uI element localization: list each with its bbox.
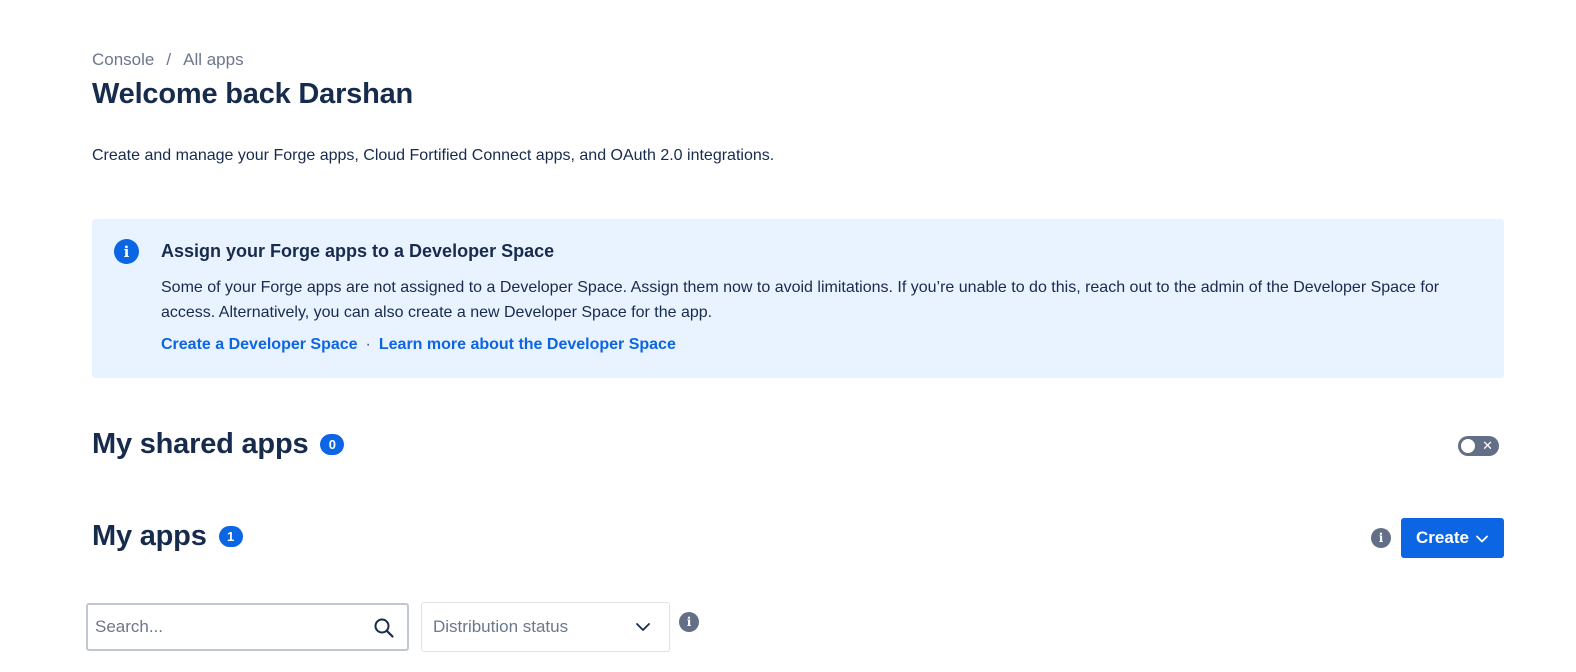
my-apps-count-badge: 1 [218, 526, 243, 547]
toggle-knob [1461, 439, 1475, 453]
breadcrumb-separator: / [166, 50, 172, 69]
create-button-label: Create [1416, 528, 1469, 547]
close-icon: ✕ [1482, 438, 1493, 453]
developer-space-banner: i Assign your Forge apps to a Developer … [92, 219, 1504, 378]
search-icon[interactable] [373, 617, 395, 639]
page: Console / All apps Welcome back Darshan … [0, 0, 1576, 672]
learn-more-developer-space-link[interactable]: Learn more about the Developer Space [379, 336, 676, 354]
banner-links: Create a Developer Space · Learn more ab… [161, 336, 676, 354]
banner-body: Some of your Forge apps are not assigned… [161, 279, 1440, 321]
search-input[interactable] [95, 605, 365, 649]
info-icon: i [114, 239, 139, 264]
banner-title: Assign your Forge apps to a Developer Sp… [161, 241, 555, 261]
chevron-down-icon [636, 623, 650, 631]
distribution-status-select[interactable]: Distribution status [421, 602, 670, 652]
create-button[interactable]: Create [1401, 518, 1504, 558]
chevron-down-icon [1476, 535, 1488, 543]
breadcrumb: Console / All apps [92, 50, 244, 70]
page-title: Welcome back Darshan [92, 78, 414, 110]
breadcrumb-console[interactable]: Console [92, 50, 154, 70]
distribution-status-label: Distribution status [433, 617, 569, 636]
create-developer-space-link[interactable]: Create a Developer Space [161, 336, 358, 354]
info-icon[interactable]: i [1371, 528, 1391, 548]
shared-apps-heading: My shared apps 0 [92, 428, 345, 461]
my-apps-title: My apps [92, 520, 207, 552]
page-description: Create and manage your Forge apps, Cloud… [92, 147, 775, 164]
info-icon[interactable]: i [679, 612, 699, 632]
shared-apps-count-badge: 0 [320, 434, 345, 455]
my-apps-heading: My apps 1 [92, 520, 243, 553]
shared-apps-toggle[interactable]: ✕ [1458, 436, 1499, 456]
shared-apps-title: My shared apps [92, 428, 309, 460]
breadcrumb-all-apps[interactable]: All apps [183, 50, 243, 70]
search-field [86, 603, 409, 651]
link-separator: · [365, 336, 371, 353]
